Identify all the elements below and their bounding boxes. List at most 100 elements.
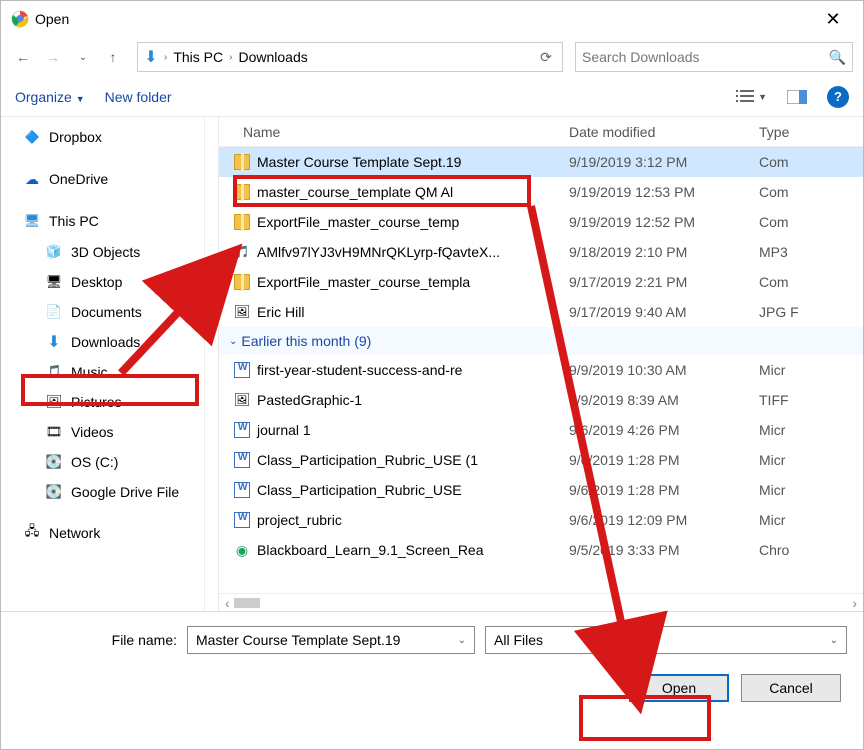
sidebar-scrollbar[interactable] <box>204 117 218 611</box>
horizontal-scrollbar[interactable]: ‹› <box>219 593 863 611</box>
file-name: Master Course Template Sept.19 <box>257 154 461 170</box>
sidebar-item-onedrive[interactable]: OneDrive <box>1 163 218 195</box>
sidebar-item-dropbox[interactable]: Dropbox <box>1 121 218 153</box>
sidebar-item-pictures[interactable]: Pictures <box>1 387 218 417</box>
breadcrumb-root[interactable]: This PC <box>171 49 225 65</box>
file-date: 9/6/2019 1:28 PM <box>569 452 759 468</box>
table-row[interactable]: AMlfv97lYJ3vH9MNrQKLyrp-fQavteX... 9/18/2… <box>219 237 863 267</box>
table-row[interactable]: project_rubric9/6/2019 12:09 PMMicr <box>219 505 863 535</box>
table-row[interactable]: master_course_template QM Al 9/19/2019 12… <box>219 177 863 207</box>
table-row[interactable]: ExportFile_master_course_temp 9/19/2019 1… <box>219 207 863 237</box>
file-date: 9/9/2019 8:39 AM <box>569 392 759 408</box>
table-row[interactable]: PastedGraphic-19/9/2019 8:39 AMTIFF <box>219 385 863 415</box>
chevron-down-icon: ⌄ <box>830 635 838 646</box>
file-name: Class_Participation_Rubric_USE (1 <box>257 452 478 468</box>
zip-icon <box>233 273 251 291</box>
file-name: AMlfv97lYJ3vH9MNrQKLyrp-fQavteX... <box>257 244 500 260</box>
main-area: Dropbox OneDrive This PC 3D Objects Desk… <box>1 117 863 612</box>
search-input[interactable]: Search Downloads 🔍 <box>575 42 853 72</box>
zip-icon <box>233 153 251 171</box>
nav-back[interactable]: ← <box>11 45 35 69</box>
file-date: 9/6/2019 1:28 PM <box>569 482 759 498</box>
pc-icon <box>23 212 41 230</box>
preview-pane-button[interactable] <box>787 90 807 104</box>
table-row[interactable]: Master Course Template Sept.199/19/2019 … <box>219 147 863 177</box>
breadcrumb[interactable]: ⬇ › This PC › Downloads ⟳ <box>137 42 563 72</box>
sidebar-item-music[interactable]: Music <box>1 357 218 387</box>
nav-forward[interactable]: → <box>41 45 65 69</box>
table-row[interactable]: ExportFile_master_course_templa 9/17/2019… <box>219 267 863 297</box>
disk-icon <box>45 453 63 471</box>
word-doc-icon <box>233 511 251 529</box>
table-row[interactable]: Class_Participation_Rubric_USE (1 9/6/201… <box>219 445 863 475</box>
column-name[interactable]: Name <box>219 124 569 140</box>
sidebar-item-downloads[interactable]: ⬇Downloads <box>1 327 218 357</box>
pictures-icon <box>45 393 63 411</box>
close-button[interactable]: ✕ <box>813 9 853 30</box>
file-name: master_course_template QM Al <box>257 184 453 200</box>
word-doc-icon <box>233 421 251 439</box>
image-icon <box>233 391 251 409</box>
file-name: ExportFile_master_course_temp <box>257 214 459 230</box>
sidebar-item-network[interactable]: Network <box>1 517 218 549</box>
window-title: Open <box>35 11 813 27</box>
word-doc-icon <box>233 481 251 499</box>
table-row[interactable]: journal 19/6/2019 4:26 PMMicr <box>219 415 863 445</box>
file-name: Blackboard_Learn_9.1_Screen_Rea <box>257 542 484 558</box>
file-date: 9/9/2019 10:30 AM <box>569 362 759 378</box>
table-row[interactable]: Blackboard_Learn_9.1_Screen_Rea9/5/2019 … <box>219 535 863 565</box>
table-row[interactable]: first-year-student-success-and-re 9/9/201… <box>219 355 863 385</box>
group-header[interactable]: ⌄ Earlier this month (9) <box>219 327 863 355</box>
downloads-icon: ⬇ <box>142 48 160 66</box>
open-button[interactable]: Open <box>629 674 729 702</box>
filename-label: File name: <box>17 632 177 648</box>
sidebar-item-thispc[interactable]: This PC <box>1 205 218 237</box>
filter-value: All Files <box>494 632 543 648</box>
file-name: ExportFile_master_course_templa <box>257 274 470 290</box>
table-row[interactable]: Eric Hill9/17/2019 9:40 AMJPG F <box>219 297 863 327</box>
sidebar-item-gdrive[interactable]: Google Drive File <box>1 477 218 507</box>
help-button[interactable]: ? <box>827 86 849 108</box>
nav-up[interactable]: ↑ <box>101 45 125 69</box>
file-name: first-year-student-success-and-re <box>257 362 462 378</box>
word-doc-icon <box>233 451 251 469</box>
sidebar-item-videos[interactable]: Videos <box>1 417 218 447</box>
column-date[interactable]: Date modified <box>569 124 759 140</box>
file-type: Com <box>759 274 863 290</box>
objects3d-icon <box>45 243 63 261</box>
view-options-button[interactable]: ▼ <box>736 90 767 104</box>
file-date: 9/19/2019 12:53 PM <box>569 184 759 200</box>
refresh-button[interactable]: ⟳ <box>534 49 558 66</box>
column-type[interactable]: Type <box>759 124 863 140</box>
new-folder-button[interactable]: New folder <box>105 89 172 105</box>
sidebar-item-3dobjects[interactable]: 3D Objects <box>1 237 218 267</box>
file-type: Com <box>759 214 863 230</box>
organize-menu[interactable]: Organize ▼ <box>15 89 85 105</box>
zip-icon <box>233 183 251 201</box>
chevron-down-icon: ⌄ <box>458 635 466 646</box>
file-type: Chro <box>759 542 863 558</box>
file-date: 9/19/2019 12:52 PM <box>569 214 759 230</box>
nav-sidebar: Dropbox OneDrive This PC 3D Objects Desk… <box>1 117 219 611</box>
filename-value: Master Course Template Sept.19 <box>196 632 400 648</box>
word-doc-icon <box>233 361 251 379</box>
dropbox-icon <box>23 128 41 146</box>
file-date: 9/17/2019 2:21 PM <box>569 274 759 290</box>
column-headers[interactable]: Name Date modified Type <box>219 117 863 147</box>
open-dialog: Open ✕ ← → ⌄ ↑ ⬇ › This PC › Downloads ⟳… <box>0 0 864 750</box>
network-icon <box>23 524 41 542</box>
table-row[interactable]: Class_Participation_Rubric_USE9/6/2019 1… <box>219 475 863 505</box>
filename-combo[interactable]: Master Course Template Sept.19 ⌄ <box>187 626 475 654</box>
chevron-right-icon: › <box>164 52 167 63</box>
file-date: 9/18/2019 2:10 PM <box>569 244 759 260</box>
nav-recent-dropdown[interactable]: ⌄ <box>71 45 95 69</box>
file-filter-combo[interactable]: All Files ⌄ <box>485 626 847 654</box>
videos-icon <box>45 423 63 441</box>
sidebar-item-desktop[interactable]: Desktop <box>1 267 218 297</box>
sidebar-item-osc[interactable]: OS (C:) <box>1 447 218 477</box>
file-type: Micr <box>759 512 863 528</box>
breadcrumb-current[interactable]: Downloads <box>236 49 309 65</box>
cancel-button[interactable]: Cancel <box>741 674 841 702</box>
sidebar-item-documents[interactable]: Documents <box>1 297 218 327</box>
music-icon <box>45 363 63 381</box>
